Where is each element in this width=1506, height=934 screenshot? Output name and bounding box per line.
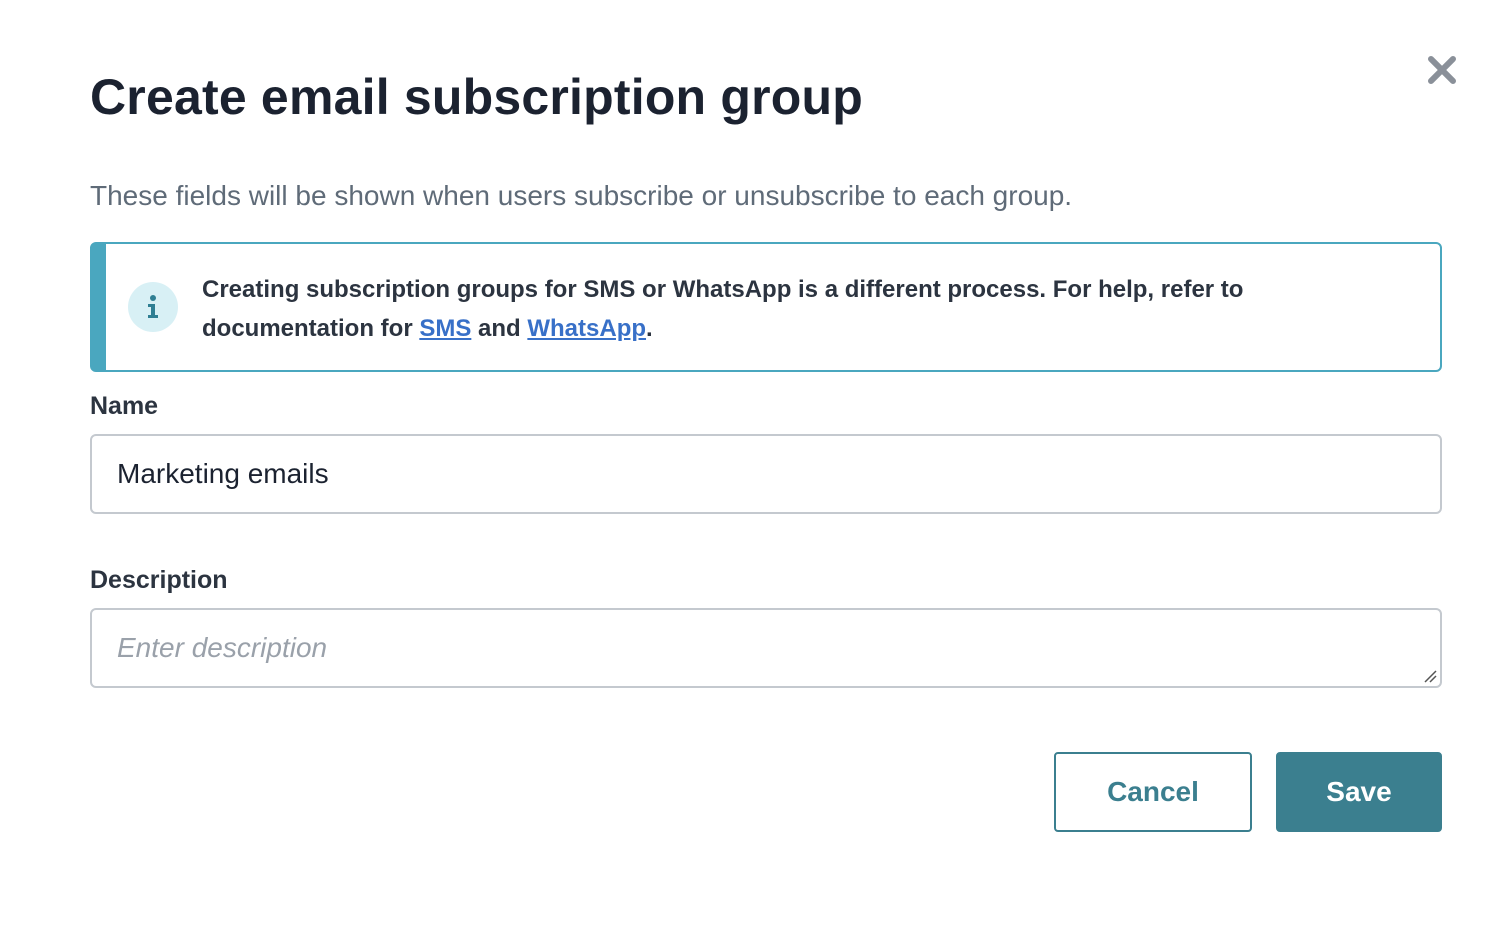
name-input[interactable]: Marketing emails bbox=[90, 434, 1442, 514]
callout-message: Creating subscription groups for SMS or … bbox=[202, 270, 1422, 348]
dialog-title: Create email subscription group bbox=[90, 69, 864, 125]
name-label: Name bbox=[90, 392, 159, 420]
info-callout: Creating subscription groups for SMS or … bbox=[90, 242, 1442, 372]
cancel-button[interactable]: Cancel bbox=[1054, 752, 1252, 832]
callout-text: Creating subscription groups for SMS or … bbox=[202, 276, 1244, 342]
whatsapp-docs-link[interactable]: WhatsApp bbox=[527, 315, 646, 342]
description-label: Description bbox=[90, 566, 228, 594]
save-button[interactable]: Save bbox=[1276, 752, 1442, 832]
description-textarea[interactable]: Enter description bbox=[90, 608, 1442, 688]
callout-and-text: and bbox=[471, 315, 528, 342]
description-placeholder[interactable]: Enter description bbox=[117, 632, 327, 664]
info-icon bbox=[128, 282, 178, 332]
create-subscription-group-dialog: Create email subscription group These fi… bbox=[0, 0, 1506, 934]
close-button[interactable] bbox=[1422, 50, 1462, 90]
callout-end-text: . bbox=[646, 315, 653, 342]
name-input-value[interactable]: Marketing emails bbox=[117, 458, 329, 490]
resize-grip-icon[interactable] bbox=[1422, 668, 1438, 684]
sms-docs-link[interactable]: SMS bbox=[419, 315, 471, 342]
close-icon[interactable] bbox=[1427, 55, 1457, 85]
dialog-subtitle: These fields will be shown when users su… bbox=[90, 180, 1073, 211]
